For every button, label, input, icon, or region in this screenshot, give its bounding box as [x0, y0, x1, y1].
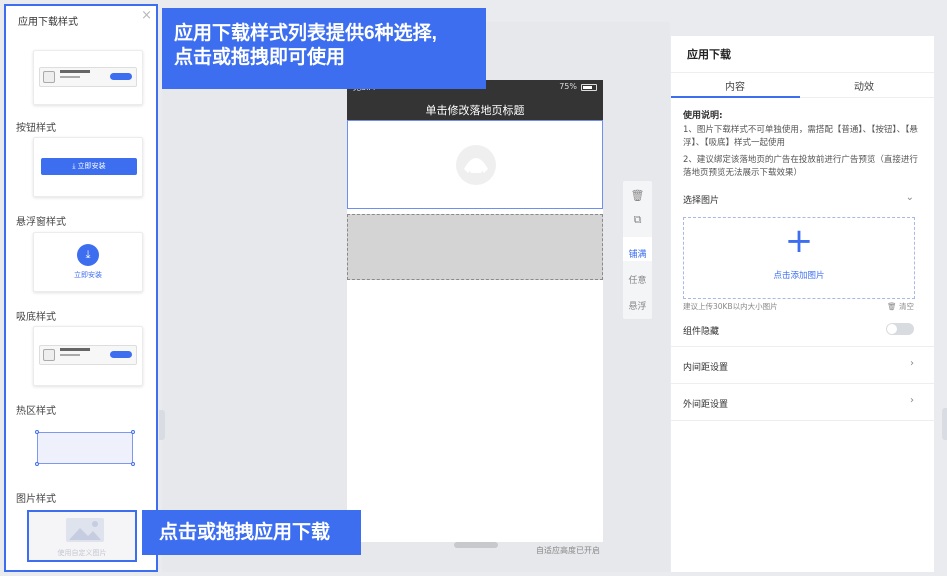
properties-panel: 应用下载 内容 动效 使用说明: 1、图片下载样式不可单独使用，需搭配【普通】、…: [671, 36, 934, 572]
section-label-hotspot: 热区样式: [16, 406, 56, 417]
hide-component-label: 组件隐藏: [683, 327, 720, 337]
active-tab-indicator: [671, 96, 800, 98]
adapt-height-status: 自适应高度已开启: [536, 546, 600, 555]
placeholder-logo-icon: [456, 145, 496, 185]
usage-text-1: 1、图片下载样式不可单独使用，需搭配【普通】、【按钮】、【悬浮】、【吸底】样式一…: [683, 125, 918, 148]
section-label-float: 悬浮窗样式: [16, 217, 66, 228]
tooltip-drag-download: 点击或拖拽应用下载: [142, 510, 361, 555]
usage-heading: 使用说明:: [683, 111, 723, 121]
image-card-label: 使用自定义图片: [57, 549, 107, 557]
canvas-scroll-handle[interactable]: [454, 542, 498, 548]
tab-content[interactable]: 内容: [725, 78, 745, 93]
style-card-normal[interactable]: [33, 50, 143, 105]
trash-icon: 🗑: [887, 302, 897, 311]
panel-title: 应用下载样式: [18, 17, 78, 28]
chevron-right-icon[interactable]: ›: [910, 395, 914, 406]
style-panel: 应用下载样式 × 按钮样式 ⤓ 立即安装 悬浮窗样式 ⤓ 立即安装 吸底样式 热…: [4, 4, 158, 572]
clear-label: 清空: [899, 302, 914, 311]
style-card-bottom[interactable]: [33, 326, 143, 386]
image-icon: [66, 518, 104, 542]
outer-padding-row[interactable]: 外间距设置: [683, 397, 728, 410]
plus-icon: +: [784, 221, 814, 261]
divider: [671, 346, 934, 347]
upload-image-box[interactable]: + 点击添加图片: [683, 217, 915, 299]
upload-hint: 建议上传30KB以内大小图片: [683, 302, 778, 311]
download-component-dropzone[interactable]: [347, 214, 603, 280]
clear-button[interactable]: 🗑 清空: [887, 301, 914, 312]
collapse-left-panel-handle[interactable]: [159, 410, 165, 440]
tool-float[interactable]: 悬浮: [623, 299, 652, 312]
section-label-bottom: 吸底样式: [16, 312, 56, 323]
hide-component-toggle[interactable]: [886, 323, 914, 335]
tab-animation[interactable]: 动效: [854, 78, 874, 93]
section-label-image: 图片样式: [16, 494, 56, 505]
status-battery-text: 75%: [559, 82, 577, 91]
properties-tabs: 内容 动效: [671, 72, 934, 98]
chevron-down-icon[interactable]: ⌄: [906, 192, 914, 203]
delete-icon[interactable]: 🗑: [623, 189, 652, 202]
tool-fill[interactable]: 铺满: [623, 237, 652, 261]
divider: [671, 383, 934, 384]
inner-padding-row[interactable]: 内间距设置: [683, 360, 728, 373]
page-title[interactable]: 单击修改落地页标题: [347, 102, 603, 118]
close-icon[interactable]: ×: [141, 8, 152, 23]
tool-any[interactable]: 任意: [623, 273, 652, 286]
collapse-right-panel-handle[interactable]: [942, 408, 947, 440]
download-icon: ⤓: [77, 244, 99, 266]
style-card-image[interactable]: 使用自定义图片: [27, 510, 137, 562]
tooltip-style-list-text: 应用下载样式列表提供6种选择, 点击或拖拽即可使用: [174, 23, 437, 68]
component-toolbar: 🗑 ⧉ 铺满 任意 悬浮: [623, 181, 652, 319]
mini-app-bar: [39, 345, 137, 365]
style-card-button[interactable]: ⤓ 立即安装: [33, 137, 143, 197]
mini-app-bar: [39, 67, 137, 87]
image-component[interactable]: [347, 120, 603, 209]
upload-text: 点击添加图片: [773, 271, 825, 281]
divider: [671, 420, 934, 421]
style-card-float[interactable]: ⤓ 立即安装: [33, 232, 143, 292]
select-image-label[interactable]: 选择图片: [683, 193, 719, 206]
chevron-right-icon[interactable]: ›: [910, 358, 914, 369]
section-label-button: 按钮样式: [16, 123, 56, 134]
tooltip-style-list: 应用下载样式列表提供6种选择, 点击或拖拽即可使用: [162, 8, 486, 89]
copy-icon[interactable]: ⧉: [623, 213, 652, 227]
install-button-preview: ⤓ 立即安装: [41, 158, 137, 175]
battery-icon: [581, 84, 597, 91]
properties-title: 应用下载: [687, 48, 731, 61]
usage-text-2: 2、建议绑定该落地页的广告在投放前进行广告预览（直接进行落地页预览无法展示下载效…: [683, 155, 918, 178]
float-install-label: 立即安装: [74, 271, 102, 279]
style-card-hotspot[interactable]: [35, 430, 135, 466]
